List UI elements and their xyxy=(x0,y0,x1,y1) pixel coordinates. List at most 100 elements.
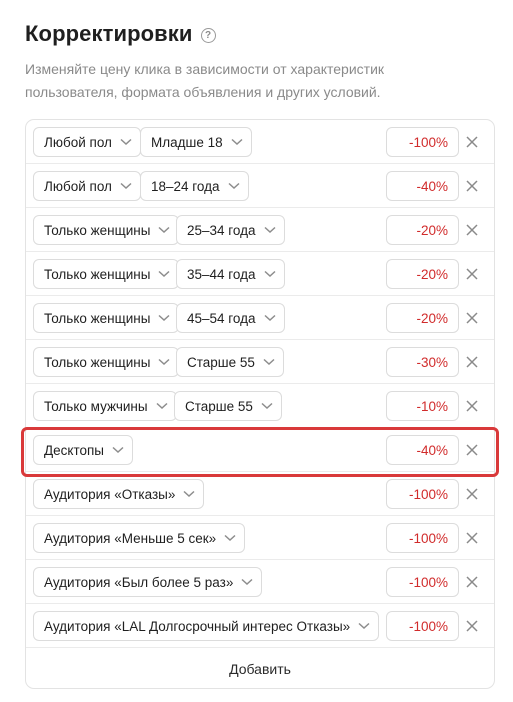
gender-select[interactable]: Только мужчины xyxy=(33,391,177,421)
age-select-value: 45–54 года xyxy=(187,310,256,326)
adjustment-row: Любой пол Младше 18 -100% xyxy=(26,120,494,164)
gender-select-value: Только мужчины xyxy=(44,398,148,414)
close-icon[interactable] xyxy=(465,355,479,369)
chevron-down-icon xyxy=(224,534,236,542)
audience-select-value: Аудитория «Меньше 5 сек» xyxy=(44,530,217,546)
chevron-down-icon xyxy=(358,622,370,630)
close-icon[interactable] xyxy=(465,487,479,501)
gender-select-value: Любой пол xyxy=(44,178,112,194)
chevron-down-icon xyxy=(263,358,275,366)
gender-select-value: Только женщины xyxy=(44,354,151,370)
adjustment-row: Только мужчины Старше 55 -10% xyxy=(26,384,494,428)
gender-select[interactable]: Только женщины xyxy=(33,303,180,333)
age-select[interactable]: 18–24 года xyxy=(140,171,249,201)
age-select[interactable]: 35–44 года xyxy=(176,259,285,289)
audience-select-value: Аудитория «Отказы» xyxy=(44,486,176,502)
close-icon[interactable] xyxy=(465,619,479,633)
gender-select[interactable]: Любой пол xyxy=(33,171,141,201)
adjustment-row: Аудитория «LAL Долгосрочный интерес Отка… xyxy=(26,604,494,648)
age-select-value: 35–44 года xyxy=(187,266,256,282)
percent-input[interactable]: -40% xyxy=(386,171,459,201)
chevron-down-icon xyxy=(158,270,170,278)
age-select-value: Младше 18 xyxy=(151,134,223,150)
age-select-value: 18–24 года xyxy=(151,178,220,194)
chevron-down-icon xyxy=(264,314,276,322)
title-row: Корректировки ? xyxy=(25,20,495,48)
adjustment-row: Аудитория «Меньше 5 сек» -100% xyxy=(26,516,494,560)
chevron-down-icon xyxy=(264,270,276,278)
page-subtitle: Изменяйте цену клика в зависимости от ха… xyxy=(25,61,385,100)
audience-select[interactable]: Аудитория «Отказы» xyxy=(33,479,205,509)
close-icon[interactable] xyxy=(465,443,479,457)
chevron-down-icon xyxy=(228,182,240,190)
audience-select[interactable]: Аудитория «Меньше 5 сек» xyxy=(33,523,246,553)
age-select[interactable]: 45–54 года xyxy=(176,303,285,333)
adjustments-header: Корректировки ? Изменяйте цену клика в з… xyxy=(25,20,495,104)
adjustments-panel: Любой пол Младше 18 -100% Любой пол 18–2… xyxy=(25,119,495,689)
audience-select-value: Аудитория «LAL Долгосрочный интерес Отка… xyxy=(44,618,351,634)
add-adjustment-button[interactable]: Добавить xyxy=(26,649,494,689)
adjustment-row-desktops: Десктопы -40% xyxy=(26,428,494,472)
age-select[interactable]: Старше 55 xyxy=(176,347,284,377)
percent-input[interactable]: -20% xyxy=(386,259,459,289)
age-select[interactable]: Старше 55 xyxy=(174,391,282,421)
adjustment-row: Только женщины Старше 55 -30% xyxy=(26,340,494,384)
chevron-down-icon xyxy=(183,490,195,498)
chevron-down-icon xyxy=(241,578,253,586)
chevron-down-icon xyxy=(264,226,276,234)
adjustment-row: Аудитория «Был более 5 раз» -100% xyxy=(26,560,494,604)
close-icon[interactable] xyxy=(465,179,479,193)
close-icon[interactable] xyxy=(465,399,479,413)
close-icon[interactable] xyxy=(465,223,479,237)
gender-select-value: Только женщины xyxy=(44,222,151,238)
close-icon[interactable] xyxy=(465,531,479,545)
age-select[interactable]: Младше 18 xyxy=(140,127,252,157)
audience-select[interactable]: Аудитория «Был более 5 раз» xyxy=(33,567,263,597)
percent-input[interactable]: -20% xyxy=(386,303,459,333)
percent-input[interactable]: -30% xyxy=(386,347,459,377)
gender-select[interactable]: Только женщины xyxy=(33,215,180,245)
question-circle-icon[interactable]: ? xyxy=(200,28,216,43)
close-icon[interactable] xyxy=(465,267,479,281)
percent-input[interactable]: -10% xyxy=(386,391,459,421)
gender-select-value: Только женщины xyxy=(44,266,151,282)
percent-input[interactable]: -100% xyxy=(386,523,459,553)
chevron-down-icon xyxy=(261,402,273,410)
age-select[interactable]: 25–34 года xyxy=(176,215,285,245)
close-icon[interactable] xyxy=(465,575,479,589)
adjustment-row: Только женщины 25–34 года -20% xyxy=(26,208,494,252)
gender-select[interactable]: Только женщины xyxy=(33,259,180,289)
percent-input[interactable]: -100% xyxy=(386,479,459,509)
audience-select-value: Аудитория «Был более 5 раз» xyxy=(44,574,234,590)
adjustment-row: Только женщины 35–44 года -20% xyxy=(26,252,494,296)
chevron-down-icon xyxy=(158,314,170,322)
age-select-value: Старше 55 xyxy=(185,398,253,414)
chevron-down-icon xyxy=(156,402,168,410)
device-select-value: Десктопы xyxy=(44,442,105,458)
percent-input[interactable]: -100% xyxy=(386,127,459,157)
device-select[interactable]: Десктопы xyxy=(33,435,134,465)
close-icon[interactable] xyxy=(465,135,479,149)
chevron-down-icon xyxy=(112,446,124,454)
percent-input[interactable]: -40% xyxy=(386,435,459,465)
chevron-down-icon xyxy=(158,358,170,366)
gender-select-value: Только женщины xyxy=(44,310,151,326)
chevron-down-icon xyxy=(231,138,243,146)
chevron-down-icon xyxy=(120,138,132,146)
percent-input[interactable]: -100% xyxy=(386,567,459,597)
page-title: Корректировки xyxy=(25,21,193,46)
gender-select[interactable]: Любой пол xyxy=(33,127,141,157)
adjustment-row: Любой пол 18–24 года -40% xyxy=(26,164,494,208)
percent-input[interactable]: -100% xyxy=(386,611,459,641)
adjustment-row: Только женщины 45–54 года -20% xyxy=(26,296,494,340)
close-icon[interactable] xyxy=(465,311,479,325)
audience-select[interactable]: Аудитория «LAL Долгосрочный интерес Отка… xyxy=(33,611,380,641)
gender-select[interactable]: Только женщины xyxy=(33,347,180,377)
percent-input[interactable]: -20% xyxy=(386,215,459,245)
chevron-down-icon xyxy=(158,226,170,234)
gender-select-value: Любой пол xyxy=(44,134,112,150)
age-select-value: 25–34 года xyxy=(187,222,256,238)
age-select-value: Старше 55 xyxy=(187,354,255,370)
chevron-down-icon xyxy=(120,182,132,190)
adjustment-row: Аудитория «Отказы» -100% xyxy=(26,472,494,516)
